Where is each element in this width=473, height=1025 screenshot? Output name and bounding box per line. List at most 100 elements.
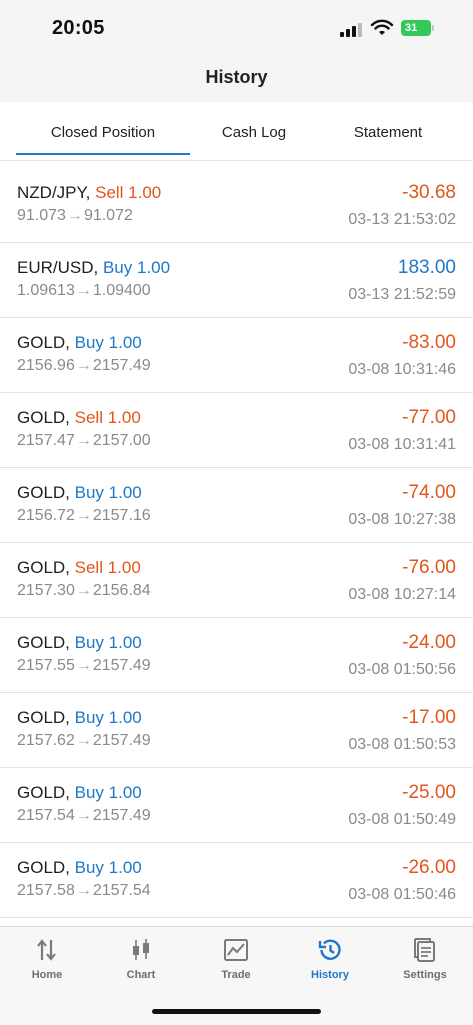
- arrow-right-icon: →: [75, 807, 92, 824]
- position-side: Buy 1.00: [74, 483, 142, 502]
- nav-chart[interactable]: Chart: [94, 937, 188, 981]
- position-row[interactable]: GOLD, Buy 1.00 2156.72→2157.16 -74.00 03-08…: [0, 468, 473, 543]
- position-title: GOLD, Buy 1.00: [17, 333, 142, 353]
- quotes-arrows-icon: [37, 939, 56, 961]
- close-price: 1.09400: [92, 282, 151, 299]
- battery-cap: [432, 25, 434, 31]
- position-title: GOLD, Buy 1.00: [17, 783, 142, 803]
- position-profit: -74.00: [402, 482, 456, 503]
- position-profit: 183.00: [397, 257, 456, 278]
- position-profit: -26.00: [402, 857, 456, 878]
- position-title: NZD/JPY, Sell 1.00: [17, 183, 161, 203]
- position-row[interactable]: GOLD, Buy 1.00 2157.54→2157.49 -25.00 03-08…: [0, 768, 473, 843]
- arrow-right-icon: →: [75, 357, 92, 374]
- position-close-time: 03-13 21:52:59: [348, 286, 456, 303]
- nav-home[interactable]: Home: [0, 937, 94, 981]
- open-price: 2156.72: [17, 507, 75, 524]
- nav-settings-label: Settings: [403, 969, 447, 981]
- position-row[interactable]: GOLD, Sell 1.00 2157.47→2157.00 -77.00 03-0…: [0, 393, 473, 468]
- position-title: GOLD, Buy 1.00: [17, 633, 142, 653]
- position-close-time: 03-13 21:53:02: [348, 211, 456, 228]
- position-symbol: GOLD,: [17, 858, 70, 877]
- close-price: 2157.49: [92, 357, 151, 374]
- close-price: 2157.16: [92, 507, 151, 524]
- arrow-right-icon: →: [75, 432, 92, 449]
- position-row[interactable]: GOLD, Buy 1.00 2157.55→2157.49 -24.00 03-08…: [0, 618, 473, 693]
- position-symbol: NZD/JPY,: [17, 183, 91, 202]
- position-close-time: 03-08 01:50:46: [348, 886, 456, 903]
- arrow-right-icon: →: [75, 732, 92, 749]
- position-profit: -24.00: [402, 632, 456, 653]
- arrow-right-icon: →: [75, 582, 92, 599]
- wifi-icon: [370, 19, 394, 35]
- position-symbol: GOLD,: [17, 633, 70, 652]
- position-profit: -76.00: [402, 557, 456, 578]
- battery-level: 31: [405, 22, 418, 34]
- position-symbol: EUR/USD,: [17, 258, 99, 277]
- position-close-time: 03-08 10:27:38: [348, 511, 456, 528]
- position-close-time: 03-08 01:50:56: [348, 661, 456, 678]
- position-row[interactable]: EUR/USD, Buy 1.00 1.09613→1.09400 183.00 03…: [0, 243, 473, 318]
- position-prices: 2157.47→2157.00: [17, 432, 151, 450]
- position-title: EUR/USD, Buy 1.00: [17, 258, 170, 278]
- position-close-time: 03-08 10:31:41: [348, 436, 456, 453]
- position-profit: -83.00: [402, 332, 456, 353]
- nav-history-label: History: [311, 969, 349, 981]
- position-row[interactable]: GOLD, Buy 1.00 2157.62→2157.49 -17.00 03-08…: [0, 693, 473, 768]
- nav-trade-label: Trade: [221, 969, 251, 981]
- nav-bar: History: [0, 58, 473, 102]
- position-close-time: 03-08 01:50:53: [348, 736, 456, 753]
- home-indicator: [152, 1009, 321, 1014]
- position-side: Sell 1.00: [74, 558, 141, 577]
- position-prices: 1.09613→1.09400: [17, 282, 151, 300]
- close-price: 91.072: [83, 207, 133, 224]
- position-title: GOLD, Sell 1.00: [17, 408, 141, 428]
- position-row[interactable]: GOLD, Buy 1.00 2156.96→2157.49 -83.00 03-08…: [0, 318, 473, 393]
- position-row[interactable]: GOLD, Sell 1.00 2157.30→2156.84 -76.00 03-0…: [0, 543, 473, 618]
- open-price: 1.09613: [17, 282, 75, 299]
- open-price: 2157.58: [17, 882, 75, 899]
- open-price: 2157.54: [17, 807, 75, 824]
- position-prices: 2157.54→2157.49: [17, 807, 151, 825]
- position-profit: -77.00: [402, 407, 456, 428]
- tab-statement[interactable]: Statement: [318, 124, 458, 141]
- position-profit: -25.00: [402, 782, 456, 803]
- nav-chart-label: Chart: [126, 969, 156, 981]
- open-price: 2157.47: [17, 432, 75, 449]
- position-side: Buy 1.00: [74, 708, 142, 727]
- nav-history[interactable]: History: [283, 937, 377, 981]
- nav-settings[interactable]: Settings: [378, 937, 472, 981]
- open-price: 2157.30: [17, 582, 75, 599]
- arrow-right-icon: →: [75, 657, 92, 674]
- position-title: GOLD, Buy 1.00: [17, 858, 142, 878]
- trade-chart-icon: [224, 939, 248, 961]
- arrow-right-icon: →: [75, 882, 92, 899]
- close-price: 2157.00: [92, 432, 151, 449]
- cellular-signal-icon: [340, 23, 362, 37]
- position-side: Buy 1.00: [74, 633, 142, 652]
- arrow-right-icon: →: [75, 507, 92, 524]
- position-row[interactable]: GOLD, Buy 1.00 2157.58→2157.54 -26.00 03-08…: [0, 843, 473, 918]
- nav-home-label: Home: [31, 969, 63, 981]
- nav-trade[interactable]: Trade: [189, 937, 283, 981]
- position-row[interactable]: NZD/JPY, Sell 1.00 91.073→91.072 -30.68 03-…: [0, 168, 473, 243]
- close-price: 2157.54: [92, 882, 151, 899]
- open-price: 2156.96: [17, 357, 75, 374]
- candlestick-icon: [133, 939, 149, 960]
- position-profit: -30.68: [402, 182, 456, 203]
- tab-closed-position[interactable]: Closed Position: [16, 124, 190, 141]
- position-symbol: GOLD,: [17, 483, 70, 502]
- position-close-time: 03-08 10:31:46: [348, 361, 456, 378]
- position-close-time: 03-08 10:27:14: [348, 586, 456, 603]
- active-tab-indicator: [16, 153, 190, 155]
- position-title: GOLD, Sell 1.00: [17, 558, 141, 578]
- position-title: GOLD, Buy 1.00: [17, 483, 142, 503]
- open-price: 2157.62: [17, 732, 75, 749]
- tab-cash-log[interactable]: Cash Log: [190, 124, 318, 141]
- position-profit: -17.00: [402, 707, 456, 728]
- position-prices: 2157.58→2157.54: [17, 882, 151, 900]
- open-price: 2157.55: [17, 657, 75, 674]
- position-symbol: GOLD,: [17, 708, 70, 727]
- position-symbol: GOLD,: [17, 783, 70, 802]
- closed-positions-list[interactable]: NZD/JPY, Sell 1.00 91.073→91.072 -30.68 03-…: [0, 168, 473, 948]
